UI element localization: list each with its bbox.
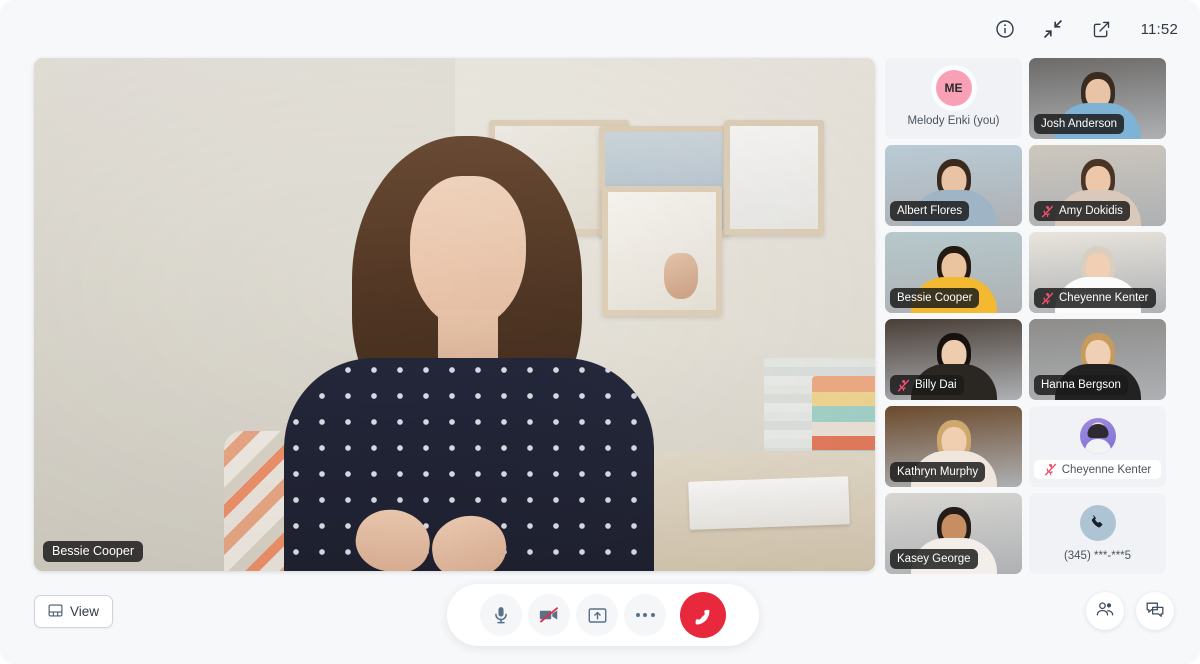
layout-grid-icon bbox=[48, 603, 63, 621]
participant-name-chip: Albert Flores bbox=[890, 201, 970, 221]
participant-name-chip: Cheyenne Kenter bbox=[1034, 288, 1156, 308]
view-button-label: View bbox=[70, 604, 100, 619]
video-background bbox=[34, 58, 875, 571]
mic-off-icon bbox=[897, 379, 910, 392]
call-toolbar bbox=[447, 584, 759, 646]
participant-name-label: (345) ***-***5 bbox=[1063, 550, 1132, 562]
participant-name-label-wrap: (345) ***-***5 bbox=[1029, 550, 1166, 562]
participant-name-label: Bessie Cooper bbox=[897, 291, 973, 304]
participant-name-chip: Kasey George bbox=[890, 549, 978, 569]
participant-name-chip: Amy Dokidis bbox=[1034, 201, 1130, 221]
participant-tile[interactable]: Kasey George bbox=[885, 493, 1022, 574]
participant-name-chip: Josh Anderson bbox=[1034, 114, 1125, 134]
more-options-button[interactable] bbox=[624, 594, 666, 636]
participant-name-label: Kathryn Murphy bbox=[897, 465, 979, 478]
participant-tile[interactable]: Josh Anderson bbox=[1029, 58, 1166, 139]
participant-name-label: Melody Enki (you) bbox=[907, 115, 1000, 127]
participant-tile[interactable]: Billy Dai bbox=[885, 319, 1022, 400]
meeting-window: 11:52 Bessie Cooper ME Melody Enki (you)… bbox=[0, 0, 1200, 664]
external-link-icon[interactable] bbox=[1088, 16, 1114, 42]
participant-name-label: Cheyenne Kenter bbox=[1061, 463, 1152, 476]
main-speaker-video[interactable]: Bessie Cooper bbox=[34, 58, 875, 571]
microphone-icon bbox=[491, 605, 511, 625]
participant-tile[interactable]: Amy Dokidis bbox=[1029, 145, 1166, 226]
info-circle-icon[interactable] bbox=[992, 16, 1018, 42]
phone-icon bbox=[1079, 505, 1116, 541]
avatar-container bbox=[1029, 505, 1166, 541]
participant-name-label: Albert Flores bbox=[897, 204, 963, 217]
participants-button[interactable] bbox=[1086, 592, 1124, 630]
right-action-buttons bbox=[1086, 592, 1174, 630]
participant-name-label-wrap: Cheyenne Kenter bbox=[1034, 460, 1161, 479]
view-button[interactable]: View bbox=[34, 595, 114, 628]
share-screen-button[interactable] bbox=[576, 594, 618, 636]
participant-tile[interactable]: Hanna Bergson bbox=[1029, 319, 1166, 400]
microphone-button[interactable] bbox=[480, 594, 522, 636]
mic-off-icon bbox=[1041, 205, 1054, 218]
participant-name-label: Hanna Bergson bbox=[1041, 378, 1121, 391]
participant-tile[interactable]: (345) ***-***5 bbox=[1029, 493, 1166, 574]
top-bar: 11:52 bbox=[0, 0, 1200, 58]
participant-name-chip: Hanna Bergson bbox=[1034, 375, 1128, 395]
camera-off-icon bbox=[538, 604, 560, 626]
camera-button[interactable] bbox=[528, 594, 570, 636]
mic-off-icon bbox=[1041, 292, 1054, 305]
participant-tile[interactable]: Cheyenne Kenter bbox=[1029, 406, 1166, 487]
avatar-initials: ME bbox=[935, 70, 972, 106]
chat-icon bbox=[1145, 599, 1165, 624]
avatar-container bbox=[1029, 418, 1166, 454]
participant-name-chip: Bessie Cooper bbox=[890, 288, 980, 308]
participant-name-label: Cheyenne Kenter bbox=[1059, 291, 1149, 304]
end-call-icon bbox=[691, 603, 715, 627]
participant-name-label-wrap: Melody Enki (you) bbox=[885, 115, 1022, 127]
participant-name-label: Josh Anderson bbox=[1041, 117, 1118, 130]
avatar-container: ME bbox=[885, 70, 1022, 106]
share-screen-icon bbox=[587, 605, 608, 626]
end-call-button[interactable] bbox=[680, 592, 726, 638]
participant-tile[interactable]: ME Melody Enki (you) bbox=[885, 58, 1022, 139]
participant-tile[interactable]: Cheyenne Kenter bbox=[1029, 232, 1166, 313]
participant-name-chip: Billy Dai bbox=[890, 375, 964, 395]
participant-name-label: Amy Dokidis bbox=[1059, 204, 1123, 217]
chat-button[interactable] bbox=[1136, 592, 1174, 630]
participant-tile[interactable]: Bessie Cooper bbox=[885, 232, 1022, 313]
participant-tile[interactable]: Kathryn Murphy bbox=[885, 406, 1022, 487]
participants-icon bbox=[1095, 599, 1115, 624]
participant-name-label: Kasey George bbox=[897, 552, 971, 565]
clock: 11:52 bbox=[1140, 20, 1178, 38]
participant-grid: ME Melody Enki (you) Josh Anderson Albert F… bbox=[885, 58, 1166, 574]
avatar-photo bbox=[1079, 418, 1116, 454]
speaker-name-label: Bessie Cooper bbox=[52, 544, 134, 558]
participant-name-label: Billy Dai bbox=[915, 378, 957, 391]
mic-off-icon bbox=[1044, 463, 1057, 476]
participant-name-chip: Kathryn Murphy bbox=[890, 462, 986, 482]
participant-tile[interactable]: Albert Flores bbox=[885, 145, 1022, 226]
speaker-name-chip: Bessie Cooper bbox=[43, 541, 143, 562]
more-options-icon bbox=[635, 613, 655, 617]
collapse-arrows-icon[interactable] bbox=[1040, 16, 1066, 42]
